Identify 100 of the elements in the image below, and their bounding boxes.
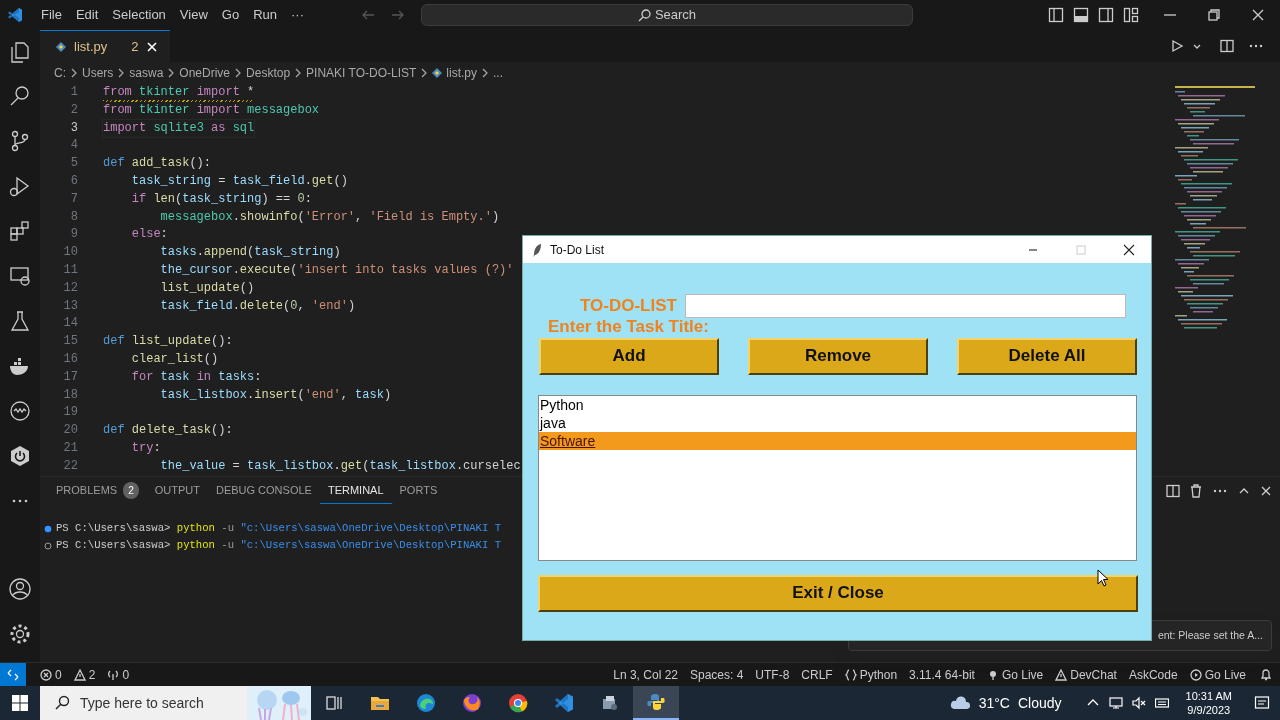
account-icon[interactable] <box>8 577 32 601</box>
run-icon[interactable] <box>1170 39 1184 53</box>
panel-tab[interactable]: PORTS <box>391 477 446 504</box>
code-line: import sqlite3 as sql <box>103 119 255 138</box>
status-item[interactable]: 0 <box>34 665 68 684</box>
line-number: 7 <box>69 190 78 208</box>
code-line: else: <box>130 226 168 244</box>
secondary-sidebar-icon[interactable] <box>1098 7 1114 23</box>
bell-icon[interactable] <box>1260 668 1272 681</box>
menu-item[interactable]: Go <box>214 5 247 25</box>
line-number: 10 <box>62 244 78 262</box>
chevron-right-icon <box>167 68 176 78</box>
wave-circle-icon[interactable] <box>8 399 32 423</box>
remote-button[interactable] <box>0 662 26 687</box>
windows-logo-icon <box>12 695 28 711</box>
taskbar-search-field[interactable]: Type here to search <box>40 686 311 720</box>
forward-arrow-icon[interactable] <box>391 8 405 22</box>
speaker-muted-icon[interactable] <box>1131 696 1146 710</box>
close-icon[interactable] <box>1123 243 1135 256</box>
line-number: 16 <box>62 350 78 368</box>
status-item[interactable]: 3.11.4 64-bit <box>903 665 981 684</box>
status-item[interactable]: Spaces: 4 <box>684 665 750 684</box>
settings-icon[interactable] <box>8 622 32 646</box>
back-arrow-icon[interactable] <box>361 8 375 22</box>
line-number: 3 <box>69 119 78 137</box>
snake-logo-icon <box>646 692 666 712</box>
feather-icon <box>532 242 542 257</box>
status-item[interactable]: DevChat <box>1049 665 1123 684</box>
panel-toggle-icon[interactable] <box>1073 7 1089 23</box>
circle-icon <box>44 541 52 550</box>
status-item[interactable]: 2 <box>67 665 102 684</box>
remote-monitor-icon[interactable] <box>8 264 32 288</box>
editor-tab[interactable]: list.py 2 <box>40 30 171 62</box>
clock[interactable]: 10:31 AM 9/9/2023 <box>1185 689 1232 717</box>
close-icon[interactable] <box>1250 7 1266 23</box>
terminal-line: PS C:\Users\saswa> python -u "c:\Users\saswa\OneDrive\Desktop\PINAKI T <box>56 538 502 553</box>
app-logo-icon[interactable] <box>7 7 23 23</box>
power-icon[interactable] <box>8 444 32 468</box>
panel-tab[interactable]: DEBUG CONSOLE <box>207 477 320 504</box>
menu-item[interactable]: ··· <box>284 5 311 25</box>
trash-icon[interactable] <box>1190 483 1202 498</box>
task-item[interactable]: Python <box>539 395 1136 414</box>
network-icon[interactable] <box>1108 696 1123 710</box>
breadcrumb-item[interactable]: list.py <box>432 64 477 82</box>
keyboard-icon[interactable] <box>1154 696 1169 710</box>
exit-button[interactable]: Exit / Close <box>538 574 1138 612</box>
search-icon[interactable] <box>8 84 32 108</box>
status-item[interactable]: Python <box>838 665 904 684</box>
line-number: 18 <box>62 386 78 404</box>
line-number: 11 <box>62 261 78 279</box>
menu-item[interactable]: View <box>172 5 215 25</box>
files-icon[interactable] <box>8 40 32 64</box>
python-file-icon <box>56 41 66 52</box>
panel-tab[interactable]: OUTPUT <box>146 477 208 504</box>
status-item[interactable]: 0 <box>101 665 136 684</box>
dialog-title-bar: To-Do List <box>523 236 1151 263</box>
chevron-right-icon <box>117 68 126 78</box>
menu-item[interactable]: Run <box>246 5 284 25</box>
code-line: def delete_task(): <box>103 422 233 440</box>
status-item[interactable]: Go Live <box>1183 665 1252 684</box>
action-button[interactable]: Remove <box>748 337 928 375</box>
split-editor-icon[interactable] <box>1220 39 1234 53</box>
breadcrumb-item[interactable]: PINAKI TO-DO-LIST <box>306 64 417 82</box>
notification-icon[interactable] <box>1254 695 1270 711</box>
status-item[interactable]: Ln 3, Col 22 <box>607 665 684 684</box>
split-panel-icon[interactable] <box>1166 483 1180 498</box>
search-field[interactable]: Search <box>421 4 913 26</box>
menu-item[interactable]: File <box>34 5 69 25</box>
breadcrumb-item[interactable]: Desktop <box>246 64 291 82</box>
task-item[interactable]: java <box>539 413 1136 432</box>
panel-tab[interactable]: PROBLEMS 2 <box>48 477 147 504</box>
action-button[interactable]: Delete All <box>957 337 1137 375</box>
panel-tab[interactable]: TERMINAL <box>319 477 392 504</box>
breadcrumb-item[interactable]: C: <box>54 64 66 82</box>
terminal-line: PS C:\Users\saswa> python -u "c:\Users\saswa\OneDrive\Desktop\PINAKI T <box>56 521 502 536</box>
extensions-icon[interactable] <box>8 219 32 243</box>
status-item[interactable]: AskCode <box>1122 665 1184 684</box>
task-item[interactable]: Software <box>539 431 1136 450</box>
breadcrumb-item[interactable]: OneDrive <box>179 64 231 82</box>
menu-item[interactable]: Edit <box>68 5 106 25</box>
code-line: task_string = task_field.get() <box>130 173 348 190</box>
action-button[interactable]: Add <box>539 337 719 375</box>
line-number: 17 <box>62 368 78 386</box>
status-item[interactable]: CRLF <box>795 665 839 684</box>
breadcrumb-item[interactable]: saswa <box>129 64 164 82</box>
breadcrumb-item[interactable]: Users <box>82 64 114 82</box>
status-item[interactable]: Go Live <box>980 665 1050 684</box>
code-line: try: <box>130 439 161 457</box>
breadcrumb-item[interactable]: ... <box>493 64 504 82</box>
restore-icon[interactable] <box>1206 7 1222 23</box>
layout-grid-icon[interactable] <box>1123 7 1139 23</box>
weather-widget[interactable]: 31°C Cloudy <box>948 692 1062 714</box>
flask-icon[interactable] <box>8 309 32 333</box>
code-line: def add_task(): <box>103 155 212 173</box>
sidebar-toggle-icon[interactable] <box>1048 7 1064 23</box>
taskbar-app[interactable] <box>633 686 679 720</box>
line-number: 15 <box>62 333 78 351</box>
menu-item[interactable]: Selection <box>105 5 173 25</box>
status-item[interactable]: UTF-8 <box>749 665 796 684</box>
task-input-field[interactable] <box>684 293 1126 318</box>
